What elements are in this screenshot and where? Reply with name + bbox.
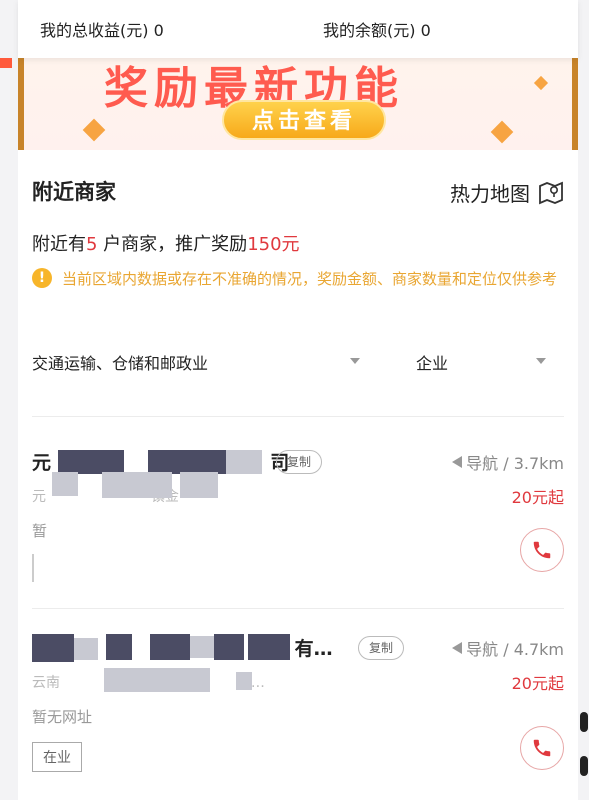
call-button[interactable]	[520, 726, 564, 770]
redacted-block	[214, 634, 244, 660]
copy-button[interactable]: 复制	[358, 636, 405, 660]
reward-amount: 150元	[247, 234, 300, 255]
sparkle-icon	[533, 75, 549, 91]
redacted-block	[236, 672, 252, 690]
sparkle-icon	[82, 118, 106, 142]
redacted-block	[226, 450, 262, 474]
redacted-block	[148, 450, 226, 474]
divider	[32, 416, 564, 417]
total-income: 我的总收益(元) 0	[40, 21, 164, 40]
status-badge: 在业	[32, 742, 82, 772]
warning-icon: !	[32, 268, 52, 288]
redacted-block	[190, 636, 214, 658]
website-label: 暂	[32, 522, 48, 540]
view-button[interactable]: 点击查看	[222, 100, 386, 140]
heatmap-button[interactable]: 热力地图	[450, 178, 564, 207]
scroll-indicator	[580, 756, 588, 776]
redacted-block	[58, 450, 124, 474]
redacted-block	[180, 472, 218, 498]
chevron-down-icon[interactable]	[350, 358, 360, 364]
nearby-count-line: 附近有5 户商家，推广奖励150元	[32, 234, 300, 255]
call-button[interactable]	[520, 528, 564, 572]
filter-bar: 交通运输、仓储和邮政业 企业	[32, 350, 562, 380]
merchant-row[interactable]: 有… 复制 导航 / 4.7km 云南 县… 20元起 暂无网址 在业	[32, 634, 564, 794]
redacted-block	[104, 668, 170, 692]
phone-icon	[533, 541, 551, 559]
section-title: 附近商家	[32, 180, 116, 204]
divider	[32, 608, 564, 609]
industry-filter[interactable]: 交通运输、仓储和邮政业	[32, 350, 208, 374]
merchant-count: 5	[86, 234, 98, 255]
map-pin-icon	[539, 181, 563, 204]
sparkle-icon	[490, 120, 514, 144]
price-label: 20元起	[511, 488, 564, 507]
navigate-button[interactable]: 导航 / 4.7km	[452, 636, 564, 660]
redacted-block	[102, 472, 172, 498]
website-label: 暂无网址	[32, 708, 93, 726]
earnings-summary-bar: 我的总收益(元) 0 我的余额(元) 0	[18, 0, 578, 58]
redacted-block	[74, 638, 98, 660]
redacted-block	[32, 634, 74, 662]
data-notice: ! 当前区域内数据或存在不准确的情况，奖励金额、商家数量和定位仅供参考	[32, 266, 572, 292]
nearby-merchants-card: 附近商家 热力地图 附近有5 户商家，推广奖励150元 ! 当前区域内数据或存在…	[18, 150, 578, 800]
redacted-block	[150, 634, 190, 660]
copy-button[interactable]: 复制	[276, 450, 323, 474]
price-label: 20元起	[511, 674, 564, 693]
edge-accent	[0, 58, 12, 68]
redacted-block	[248, 634, 290, 660]
chevron-down-icon[interactable]	[536, 358, 546, 364]
redacted-block	[106, 634, 132, 660]
navigation-icon	[452, 456, 463, 468]
redacted-block	[170, 668, 210, 692]
navigate-button[interactable]: 导航 / 3.7km	[452, 450, 564, 474]
redacted-block	[52, 472, 78, 496]
merchant-row[interactable]: 元 司 复制 导航 / 3.7km 元 镇金 20元起 暂	[32, 448, 564, 588]
scroll-indicator	[580, 712, 588, 732]
navigation-icon	[452, 642, 463, 654]
address-line-marker	[32, 554, 34, 582]
notice-text: 当前区域内数据或存在不准确的情况，奖励金额、商家数量和定位仅供参考	[62, 270, 558, 288]
phone-icon	[533, 739, 551, 757]
heatmap-label: 热力地图	[450, 182, 530, 206]
balance: 我的余额(元) 0	[323, 21, 431, 40]
type-filter[interactable]: 企业	[416, 350, 448, 374]
